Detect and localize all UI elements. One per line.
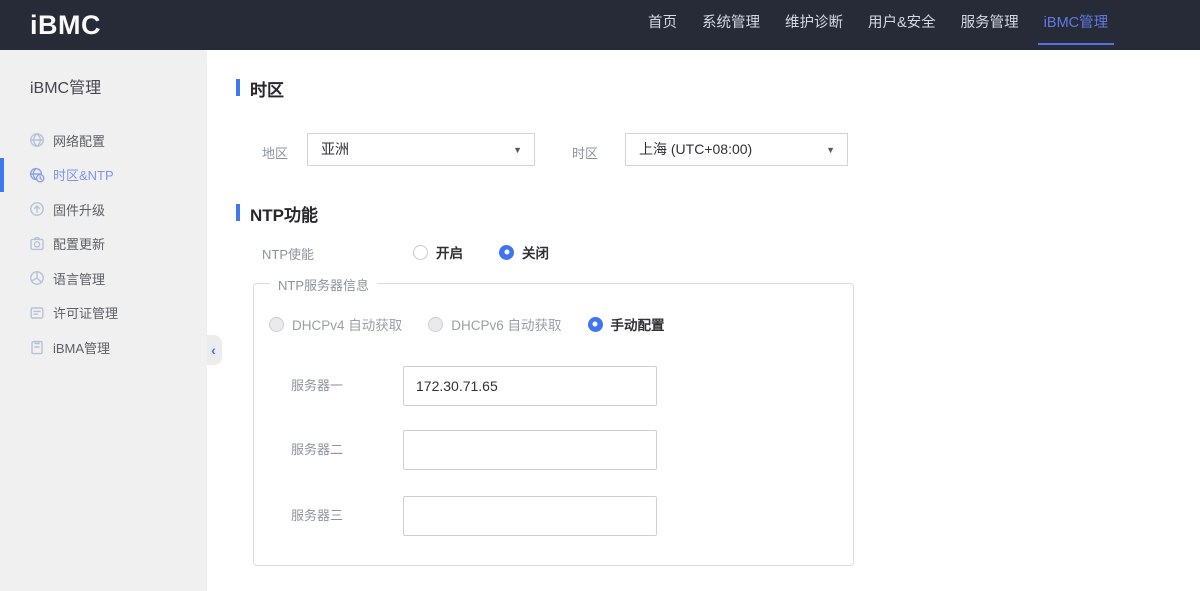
sidebar: iBMC管理 网络配置 时区&NTP 固件升级 配置更新 语言管理 许可证管理 … [0,50,207,591]
top-nav: 首页 系统管理 维护诊断 用户&安全 服务管理 iBMC管理 [648,0,1115,50]
top-bar: iBMC 首页 系统管理 维护诊断 用户&安全 服务管理 iBMC管理 [0,0,1200,50]
radio-selected-icon [499,244,514,260]
ntp-server-info-legend: NTP服务器信息 [270,275,378,294]
sidebar-menu: 网络配置 时区&NTP 固件升级 配置更新 语言管理 许可证管理 iBMA管理 [0,123,207,365]
timezone-label: 时区 [572,146,599,161]
server-one-input[interactable] [403,366,657,406]
radio-label: DHCPv6 自动获取 [451,318,562,333]
timezone-select[interactable]: 上海 (UTC+08:00) ▼ [625,133,848,166]
radio-disabled-icon [269,316,284,332]
server-two-row: 服务器二 [291,430,657,470]
timezone-section-bar [236,79,240,96]
nav-system-management[interactable]: 系统管理 [702,0,760,50]
sidebar-item-language-management[interactable]: 语言管理 [0,261,207,296]
ntp-server-info-groupbox: NTP服务器信息 DHCPv4 自动获取 DHCPv6 自动获取 手动配置 服务… [253,275,854,566]
radio-label: 开启 [436,246,463,261]
radio-selected-icon [587,316,603,332]
radio-unselected-icon [413,244,428,260]
sidebar-item-ibma-management[interactable]: iBMA管理 [0,330,207,365]
sidebar-item-label: 语言管理 [53,271,106,287]
ibmc-logo: iBMC [30,10,101,40]
sidebar-item-license-management[interactable]: 许可证管理 [0,296,207,331]
radio-label: 手动配置 [610,318,665,333]
server-three-label: 服务器三 [291,508,344,523]
sidebar-item-network-config[interactable]: 网络配置 [0,123,207,158]
manual-config-radio[interactable]: 手动配置 [587,314,665,334]
server-two-label: 服务器二 [291,442,344,457]
region-select-value: 亚洲 [321,141,349,157]
sidebar-item-label: 时区&NTP [53,168,114,184]
firmware-upgrade-icon [29,201,45,217]
timezone-select-value: 上海 (UTC+08:00) [639,141,753,157]
ntp-section-title: NTP功能 [250,206,318,225]
sidebar-item-label: 许可证管理 [53,306,119,322]
ntp-section-bar [236,204,240,221]
timezone-ntp-icon [29,167,45,183]
ntp-server-mode-radio-group: DHCPv4 自动获取 DHCPv6 自动获取 手动配置 [269,314,665,334]
server-three-input[interactable] [403,496,657,536]
chevron-down-icon: ▼ [826,144,835,155]
nav-maintenance-diagnostics[interactable]: 维护诊断 [785,0,843,50]
server-one-row: 服务器一 [291,366,657,406]
radio-label: 关闭 [522,246,549,261]
nav-user-security[interactable]: 用户&安全 [868,0,936,50]
chevron-left-icon: ‹ [211,342,216,358]
region-select[interactable]: 亚洲 ▼ [307,133,535,166]
sidebar-title: iBMC管理 [30,80,102,97]
nav-home[interactable]: 首页 [648,0,677,50]
ibma-icon [29,339,45,355]
nav-ibmc-management[interactable]: iBMC管理 [1037,0,1115,50]
ntp-enable-on-radio[interactable]: 开启 [413,242,463,262]
sidebar-item-config-update[interactable]: 配置更新 [0,227,207,262]
page: iBMC 首页 系统管理 维护诊断 用户&安全 服务管理 iBMC管理 iBMC… [0,0,1200,591]
server-three-row: 服务器三 [291,496,657,536]
sidebar-item-firmware-upgrade[interactable]: 固件升级 [0,192,207,227]
nav-service-management[interactable]: 服务管理 [961,0,1019,50]
ntp-enable-off-radio[interactable]: 关闭 [499,242,549,262]
ntp-enable-radio-group: 开启 关闭 [413,242,549,262]
dhcpv4-auto-radio[interactable]: DHCPv4 自动获取 [269,314,402,334]
radio-disabled-icon [428,316,444,332]
sidebar-item-label: iBMA管理 [53,340,111,356]
ntp-enable-label: NTP使能 [262,247,315,262]
license-icon [29,305,45,321]
network-icon [29,132,45,148]
radio-label: DHCPv4 自动获取 [292,318,403,333]
sidebar-collapse-button[interactable]: ‹ [207,335,222,365]
language-icon [29,270,45,286]
dhcpv6-auto-radio[interactable]: DHCPv6 自动获取 [428,314,562,334]
server-one-label: 服务器一 [291,378,344,393]
chevron-down-icon: ▼ [513,144,522,155]
timezone-section-title: 时区 [250,81,284,100]
sidebar-item-label: 网络配置 [53,133,106,149]
sidebar-item-label: 配置更新 [53,237,106,253]
config-update-icon [29,236,45,252]
server-two-input[interactable] [403,430,657,470]
region-label: 地区 [262,146,289,161]
sidebar-item-timezone-ntp[interactable]: 时区&NTP [0,157,207,193]
sidebar-item-label: 固件升级 [53,202,106,218]
